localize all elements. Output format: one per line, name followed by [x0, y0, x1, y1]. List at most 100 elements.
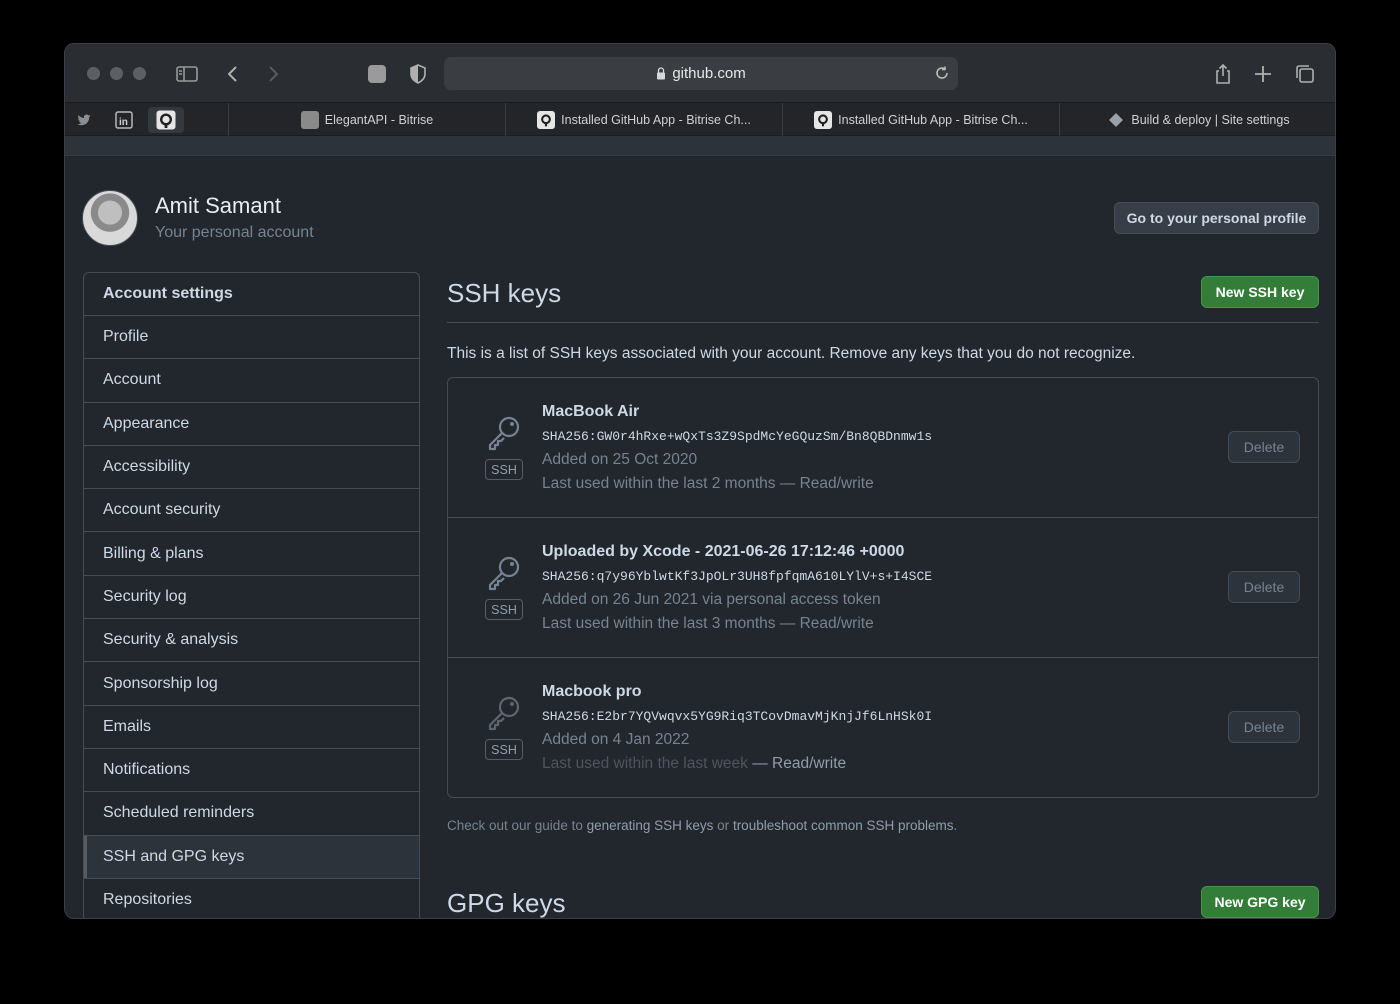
share-icon[interactable]	[1211, 62, 1235, 86]
tab-overview-icon[interactable]	[1293, 62, 1317, 86]
pinned-tab-github[interactable]	[148, 107, 184, 133]
user-subtitle: Your personal account	[155, 224, 314, 241]
new-ssh-key-button[interactable]: New SSH key	[1201, 276, 1319, 308]
ssh-key-row: SSH Macbook pro SHA256:E2br7YQVwqvx5YG9R…	[448, 658, 1318, 798]
sidebar-header: Account settings	[84, 273, 419, 316]
last-used-text: Last used within the last 2 months	[542, 475, 776, 492]
key-icon	[488, 416, 520, 451]
ssh-key-row: SSH Uploaded by Xcode - 2021-06-26 17:12…	[448, 518, 1318, 658]
tab-label: ElegantAPI - Bitrise	[324, 113, 434, 127]
tab-github-app-1[interactable]: Installed GitHub App - Bitrise Ch...	[505, 103, 782, 137]
twitter-icon	[77, 114, 91, 126]
key-added-date: Added on 26 Jun 2021 via personal access…	[542, 591, 881, 608]
minimize-window-button[interactable]	[110, 67, 123, 80]
key-title: Macbook pro	[542, 683, 642, 700]
zoom-window-button[interactable]	[133, 67, 146, 80]
sidebar-item-emails[interactable]: Emails	[84, 706, 419, 749]
delete-key-button[interactable]: Delete	[1228, 711, 1300, 743]
tab-build-deploy[interactable]: Build & deploy | Site settings	[1059, 103, 1335, 137]
sidebar-item-account[interactable]: Account	[84, 359, 419, 403]
sidebar-item-ssh-gpg-keys[interactable]: SSH and GPG keys	[84, 835, 419, 879]
key-added-date: Added on 4 Jan 2022	[542, 731, 690, 748]
user-name: Amit Samant	[155, 193, 281, 218]
key-last-used: Last used within the last 3 months — Rea…	[542, 615, 874, 633]
delete-key-button[interactable]: Delete	[1228, 571, 1300, 603]
key-fingerprint: SHA256:E2br7YQVwqvx5YG9Riq3TCovDmavMjKnj…	[542, 709, 933, 724]
page-header-strip	[65, 136, 1335, 156]
tab-label: Installed GitHub App - Bitrise Ch...	[561, 113, 751, 127]
pinned-tab-linkedin[interactable]: in	[106, 107, 142, 133]
netlify-icon	[1107, 111, 1125, 129]
reload-icon[interactable]	[934, 65, 950, 81]
delete-key-button[interactable]: Delete	[1228, 431, 1300, 463]
sidebar-item-notifications[interactable]: Notifications	[84, 749, 419, 793]
linkedin-icon: in	[115, 111, 133, 129]
avatar[interactable]	[82, 190, 138, 246]
tab-github-app-2[interactable]: Installed GitHub App - Bitrise Ch...	[782, 103, 1059, 137]
key-title: MacBook Air	[542, 403, 640, 420]
tab-bar: in ElegantAPI - Bitrise Installed GitHub…	[65, 102, 1335, 137]
sidebar-item-profile[interactable]: Profile	[84, 316, 419, 360]
github-icon	[537, 111, 556, 129]
sidebar-item-scheduled-reminders[interactable]: Scheduled reminders	[84, 792, 419, 836]
sidebar-toggle-icon[interactable]	[175, 62, 199, 86]
tab-label: Build & deploy | Site settings	[1131, 113, 1290, 127]
last-used-text: Last used within the last 3 months	[542, 615, 776, 632]
svg-text:in: in	[119, 117, 128, 128]
generating-ssh-keys-link[interactable]: generating SSH keys	[587, 818, 714, 833]
personal-profile-button[interactable]: Go to your personal profile	[1114, 202, 1319, 234]
last-used-text: Last used within the last week	[542, 755, 748, 772]
bitrise-icon	[300, 111, 319, 129]
key-fingerprint: SHA256:q7y96YblwtKf3JpOLr3UH8fpfqmA610LY…	[542, 569, 933, 584]
sidebar-item-billing[interactable]: Billing & plans	[84, 532, 419, 576]
access-text: — Read/write	[775, 615, 874, 632]
settings-sidebar: Account settings Profile Account Appeara…	[83, 272, 420, 918]
extension-icon[interactable]	[365, 62, 389, 86]
browser-toolbar: github.com	[65, 44, 1335, 102]
page-content: Amit Samant Your personal account Go to …	[65, 156, 1335, 918]
key-fingerprint: SHA256:GW0r4hRxe+wQxTs3Z9SpdMcYeGQuzSm/B…	[542, 429, 933, 444]
tab-label: Installed GitHub App - Bitrise Ch...	[838, 113, 1028, 127]
ssh-keys-heading: SSH keys	[447, 278, 562, 308]
close-window-button[interactable]	[87, 67, 100, 80]
github-icon	[156, 110, 176, 130]
guide-suffix: .	[953, 818, 958, 833]
ssh-key-list: SSH MacBook Air SHA256:GW0r4hRxe+wQxTs3Z…	[447, 377, 1319, 798]
key-title: Uploaded by Xcode - 2021-06-26 17:12:46 …	[542, 543, 905, 560]
ssh-guide-text: Check out our guide to generating SSH ke…	[447, 818, 957, 833]
troubleshoot-ssh-link[interactable]: troubleshoot common SSH problems	[733, 818, 954, 833]
key-last-used: Last used within the last 2 months — Rea…	[542, 475, 874, 493]
key-added-date: Added on 25 Oct 2020	[542, 451, 698, 468]
divider	[447, 322, 1319, 323]
lock-icon	[657, 67, 666, 80]
ssh-badge: SSH	[485, 739, 523, 760]
sidebar-item-security-analysis[interactable]: Security & analysis	[84, 619, 419, 663]
gpg-keys-heading: GPG keys	[447, 888, 566, 918]
ssh-badge: SSH	[485, 459, 523, 480]
sidebar-item-sponsorship-log[interactable]: Sponsorship log	[84, 662, 419, 706]
browser-window: github.com in ElegantAPI - Bitrise Insta…	[64, 43, 1336, 919]
privacy-shield-icon[interactable]	[406, 62, 430, 86]
forward-icon[interactable]	[261, 62, 285, 86]
sidebar-item-repositories[interactable]: Repositories	[84, 879, 419, 918]
address-bar[interactable]: github.com	[444, 57, 958, 90]
new-gpg-key-button[interactable]: New GPG key	[1201, 886, 1319, 918]
github-icon	[814, 111, 833, 129]
new-tab-icon[interactable]	[1251, 62, 1275, 86]
url-text: github.com	[672, 65, 746, 82]
sidebar-item-appearance[interactable]: Appearance	[84, 403, 419, 446]
key-icon	[488, 696, 520, 731]
ssh-badge: SSH	[485, 599, 523, 620]
key-icon	[488, 556, 520, 591]
sidebar-item-account-security[interactable]: Account security	[84, 489, 419, 533]
tab-elegantapi[interactable]: ElegantAPI - Bitrise	[228, 103, 505, 137]
access-text: — Read/write	[747, 755, 847, 772]
ssh-key-row: SSH MacBook Air SHA256:GW0r4hRxe+wQxTs3Z…	[448, 378, 1318, 518]
back-icon[interactable]	[221, 62, 245, 86]
guide-middle: or	[713, 818, 733, 833]
sidebar-item-security-log[interactable]: Security log	[84, 576, 419, 620]
sidebar-item-accessibility[interactable]: Accessibility	[84, 446, 419, 490]
guide-prefix: Check out our guide to	[447, 818, 587, 833]
access-text: — Read/write	[775, 475, 874, 492]
pinned-tab-twitter[interactable]	[66, 107, 102, 133]
